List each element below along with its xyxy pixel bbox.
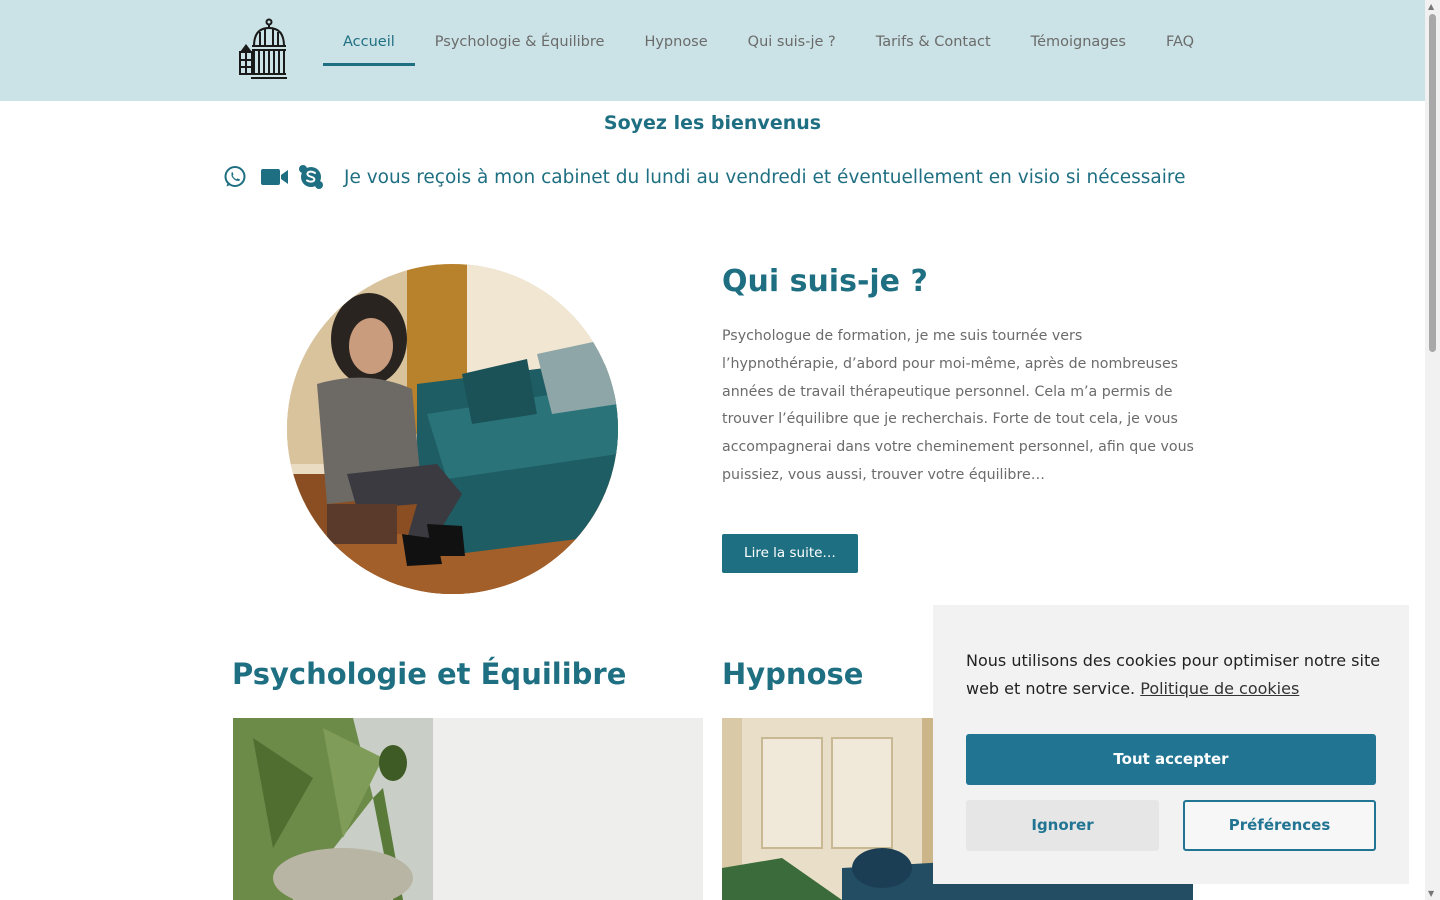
accept-all-button[interactable]: Tout accepter <box>966 734 1376 785</box>
page-scrollbar[interactable]: ▲ ▼ <box>1425 0 1440 900</box>
therapist-portrait <box>287 264 618 594</box>
nav-item-hypnose[interactable]: Hypnose <box>624 22 727 66</box>
cookie-message: Nous utilisons des cookies pour optimise… <box>966 647 1386 702</box>
skype-icon[interactable] <box>298 164 324 190</box>
whatsapp-icon[interactable] <box>222 164 248 190</box>
scroll-up-icon[interactable]: ▲ <box>1428 2 1434 11</box>
about-text: Psychologue de formation, je me suis tou… <box>722 328 1194 483</box>
main-nav: Accueil Psychologie & Équilibre Hypnose … <box>323 22 1214 66</box>
psychologie-card-image[interactable] <box>233 718 703 900</box>
cookie-banner: Nous utilisons des cookies pour optimise… <box>933 605 1409 884</box>
nav-item-qui-suis-je[interactable]: Qui suis-je ? <box>728 22 856 66</box>
contact-info-row: Je vous reçois à mon cabinet du lundi au… <box>222 164 1186 190</box>
nav-item-tarifs-contact[interactable]: Tarifs & Contact <box>856 22 1011 66</box>
scroll-thumb[interactable] <box>1429 14 1436 352</box>
contact-availability-text: Je vous reçois à mon cabinet du lundi au… <box>344 166 1186 188</box>
cookie-policy-link[interactable]: Politique de cookies <box>1140 679 1299 698</box>
nav-item-faq[interactable]: FAQ <box>1146 22 1214 66</box>
welcome-heading: Soyez les bienvenus <box>603 112 822 134</box>
nav-item-psychologie[interactable]: Psychologie & Équilibre <box>415 22 625 66</box>
video-camera-icon[interactable] <box>260 164 288 190</box>
nav-item-temoignages[interactable]: Témoignages <box>1011 22 1146 66</box>
site-header: Accueil Psychologie & Équilibre Hypnose … <box>0 0 1425 101</box>
about-title: Qui suis-je ? <box>722 264 928 299</box>
nav-item-accueil[interactable]: Accueil <box>323 22 415 66</box>
birdcage-logo[interactable] <box>236 18 290 82</box>
preferences-button[interactable]: Préférences <box>1183 800 1376 851</box>
section-title-hypnose: Hypnose <box>722 657 864 691</box>
scroll-down-icon[interactable]: ▼ <box>1428 889 1434 898</box>
section-title-psychologie: Psychologie et Équilibre <box>232 657 627 691</box>
ignore-button[interactable]: Ignorer <box>966 800 1159 851</box>
read-more-button[interactable]: Lire la suite… <box>722 534 858 573</box>
